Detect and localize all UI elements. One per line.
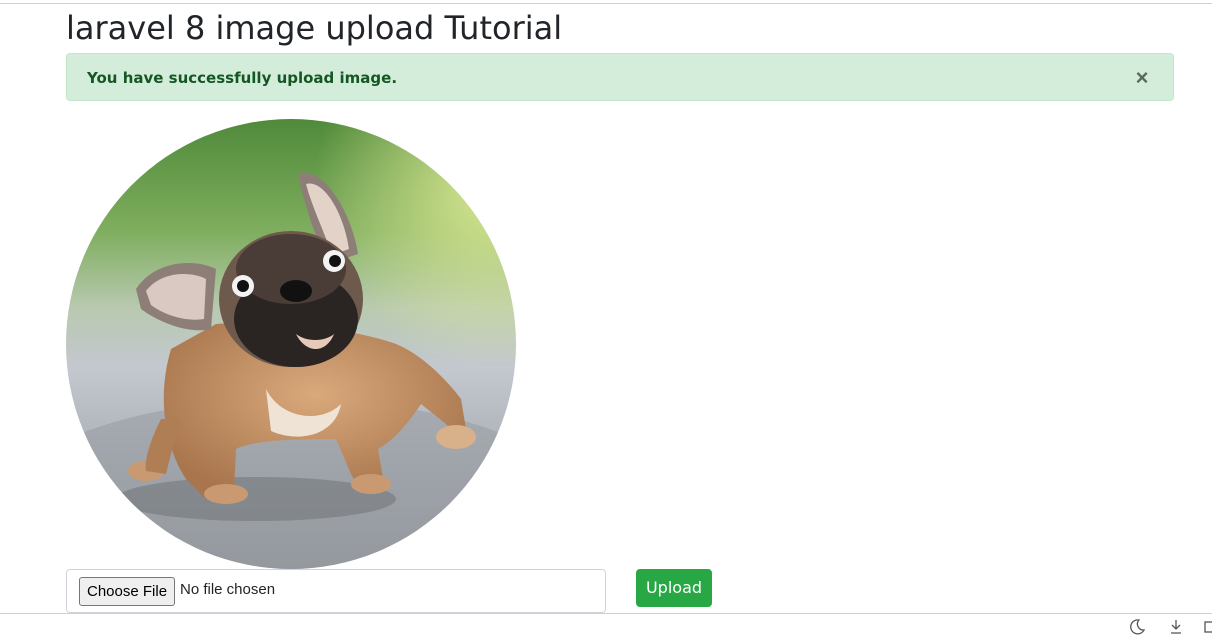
moon-icon[interactable]: [1128, 618, 1146, 636]
upload-button[interactable]: Upload: [636, 569, 712, 607]
top-divider: [0, 3, 1212, 4]
file-input[interactable]: Choose File No file chosen: [66, 569, 606, 613]
download-icon[interactable]: [1167, 618, 1185, 636]
puppy-photo: [66, 119, 516, 569]
file-status-text: No file chosen: [180, 581, 276, 598]
page-title: laravel 8 image upload Tutorial: [66, 9, 563, 47]
alert-message: You have successfully upload image.: [87, 69, 398, 87]
status-bar: [0, 613, 1212, 638]
uploaded-image: [66, 119, 516, 569]
panel-icon[interactable]: [1203, 618, 1212, 636]
close-icon[interactable]: ×: [1131, 66, 1153, 90]
success-alert: You have successfully upload image. ×: [66, 53, 1174, 101]
choose-file-button[interactable]: Choose File: [79, 577, 176, 606]
